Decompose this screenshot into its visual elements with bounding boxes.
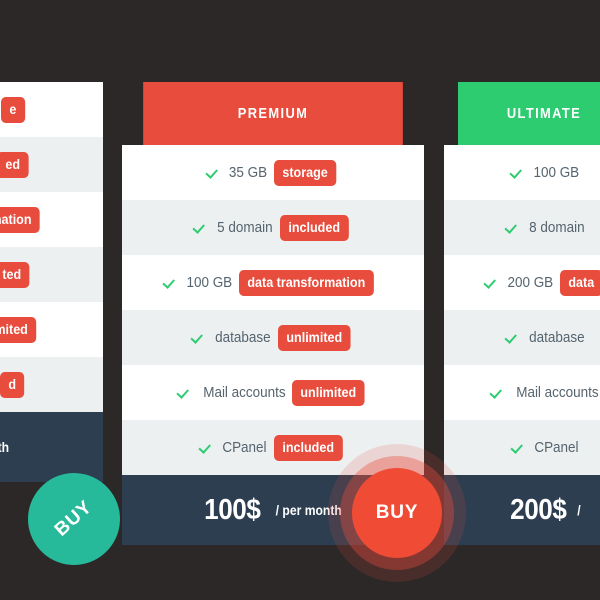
feature-label: Mail accounts [516, 384, 599, 401]
feature-badge: included [274, 434, 343, 461]
plan-title-premium: PREMIUM [143, 82, 403, 145]
check-icon [489, 386, 503, 400]
feature-label: 35 GB [228, 164, 268, 181]
pricing-column-ultimate: ULTIMATE 100 GB 8 domain 200 GB data dat… [444, 82, 600, 545]
feature-row: 35 GB storage [122, 145, 424, 200]
check-icon [510, 441, 524, 455]
check-icon [509, 166, 523, 180]
feature-row: 100 GB data transformation [122, 255, 424, 310]
feature-row: database [444, 310, 600, 365]
feature-badge: mation [0, 206, 41, 233]
pricing-table: e ed mation ted mited d th [0, 0, 600, 600]
feature-badge: e [0, 96, 25, 123]
pricing-column-basic: e ed mation ted mited d th [0, 82, 103, 482]
price-amount: 100$ [204, 493, 261, 526]
feature-row: database unlimited [122, 310, 424, 365]
feature-badge: storage [274, 159, 337, 186]
feature-row: ted [0, 247, 103, 302]
check-icon [192, 221, 206, 235]
feature-badge: ed [0, 151, 29, 178]
feature-label: database [215, 329, 271, 346]
feature-label: CPanel [534, 439, 579, 456]
check-icon [504, 221, 518, 235]
feature-row: mited [0, 302, 103, 357]
check-icon [190, 331, 204, 345]
check-icon [176, 386, 190, 400]
feature-row: d [0, 357, 103, 412]
feature-label: Mail accounts [202, 384, 286, 401]
feature-row: CPanel included [122, 420, 424, 475]
feature-badge: mited [0, 316, 37, 343]
feature-label: 200 GB [506, 274, 553, 291]
price-period: / [577, 502, 581, 518]
feature-row: Mail accounts [444, 365, 600, 420]
feature-badge: d [0, 371, 25, 398]
buy-button-premium[interactable]: BUY [352, 468, 442, 558]
feature-row: CPanel [444, 420, 600, 475]
feature-label: 100 GB [186, 274, 233, 291]
feature-row: ed [0, 137, 103, 192]
feature-row: e [0, 82, 103, 137]
price-period: / per month [275, 502, 342, 518]
check-icon [483, 276, 497, 290]
feature-label: 5 domain [217, 219, 274, 236]
feature-label: 8 domain [528, 219, 585, 236]
check-icon [162, 276, 176, 290]
feature-label: CPanel [222, 439, 268, 456]
feature-badge: included [280, 214, 349, 241]
feature-row: 8 domain [444, 200, 600, 255]
price-bar-basic: th [0, 412, 103, 482]
feature-badge: unlimited [277, 324, 351, 351]
price-bar-ultimate: 200$ / [444, 475, 600, 545]
check-icon [205, 166, 219, 180]
feature-row: Mail accounts unlimited [122, 365, 424, 420]
feature-row: 200 GB data [444, 255, 600, 310]
price-period: th [0, 439, 9, 455]
price-amount: 200$ [509, 493, 567, 526]
check-icon [504, 331, 518, 345]
feature-badge: ted [0, 261, 30, 288]
feature-row: 5 domain included [122, 200, 424, 255]
feature-label: database [528, 329, 585, 346]
feature-row: mation [0, 192, 103, 247]
feature-badge: unlimited [292, 379, 365, 406]
feature-badge: data [559, 269, 600, 296]
feature-row: 100 GB [444, 145, 600, 200]
feature-badge: data transformation [239, 269, 374, 296]
check-icon [198, 441, 212, 455]
feature-label: 100 GB [533, 164, 580, 181]
plan-title-ultimate: ULTIMATE [458, 82, 600, 145]
